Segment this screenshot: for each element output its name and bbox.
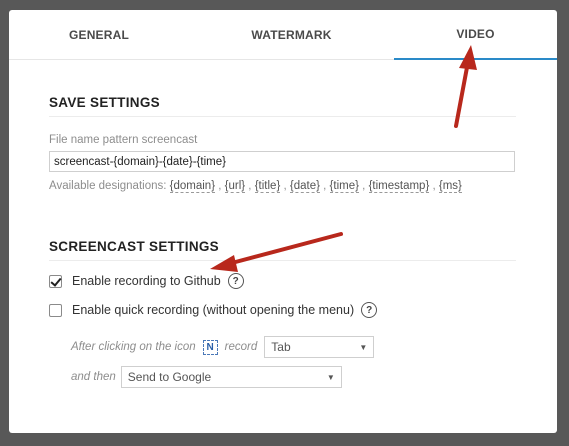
help-icon[interactable]: ? (361, 302, 378, 318)
chevron-down-icon: ▼ (359, 342, 368, 352)
designation-timestamp[interactable]: {timestamp} (368, 180, 430, 193)
settings-panel: GENERAL WATERMARK VIDEO SAVE SETTINGS Fi… (9, 10, 557, 433)
tab-general[interactable]: GENERAL (9, 10, 189, 60)
save-settings-title: SAVE SETTINGS (49, 95, 160, 110)
designation-date[interactable]: {date} (289, 180, 320, 193)
after-clicking-label: After clicking on the icon (71, 341, 196, 353)
record-select-value: Tab (271, 340, 291, 354)
designation-url[interactable]: {url} (224, 180, 246, 193)
and-then-label: and then (71, 371, 116, 383)
screencast-settings-title: SCREENCAST SETTINGS (49, 239, 219, 254)
tab-watermark[interactable]: WATERMARK (199, 10, 384, 60)
github-recording-label[interactable]: Enable recording to Github (72, 274, 221, 288)
quick-recording-checkbox[interactable] (49, 303, 62, 317)
help-icon[interactable]: ? (227, 273, 244, 289)
extension-icon: N (202, 339, 218, 355)
divider (49, 116, 516, 117)
designation-ms[interactable]: {ms} (438, 180, 462, 193)
designations-line: Available designations: {domain} , {url}… (49, 180, 462, 193)
designation-title[interactable]: {title} (254, 180, 281, 193)
designations-label: Available designations: (49, 180, 167, 192)
file-name-label: File name pattern screencast (49, 134, 198, 146)
after-clicking-row: After clicking on the icon N record Tab … (71, 336, 375, 358)
github-recording-checkbox[interactable] (49, 274, 62, 288)
quick-recording-row: Enable quick recording (without opening … (49, 302, 378, 318)
chevron-down-icon: ▼ (326, 372, 335, 382)
tab-video[interactable]: VIDEO (394, 10, 557, 60)
file-name-input[interactable] (49, 151, 515, 172)
designation-time[interactable]: {time} (329, 180, 359, 193)
tab-bar: GENERAL WATERMARK VIDEO (9, 10, 557, 60)
record-label: record (224, 341, 258, 353)
and-then-select[interactable]: Send to Google ▼ (120, 366, 342, 388)
record-select[interactable]: Tab ▼ (264, 336, 375, 358)
divider (49, 260, 516, 261)
github-recording-row: Enable recording to Github ? (49, 273, 244, 289)
quick-recording-label[interactable]: Enable quick recording (without opening … (72, 303, 354, 317)
and-then-select-value: Send to Google (127, 370, 212, 384)
designation-domain[interactable]: {domain} (169, 180, 216, 193)
and-then-row: and then Send to Google ▼ (71, 366, 342, 388)
